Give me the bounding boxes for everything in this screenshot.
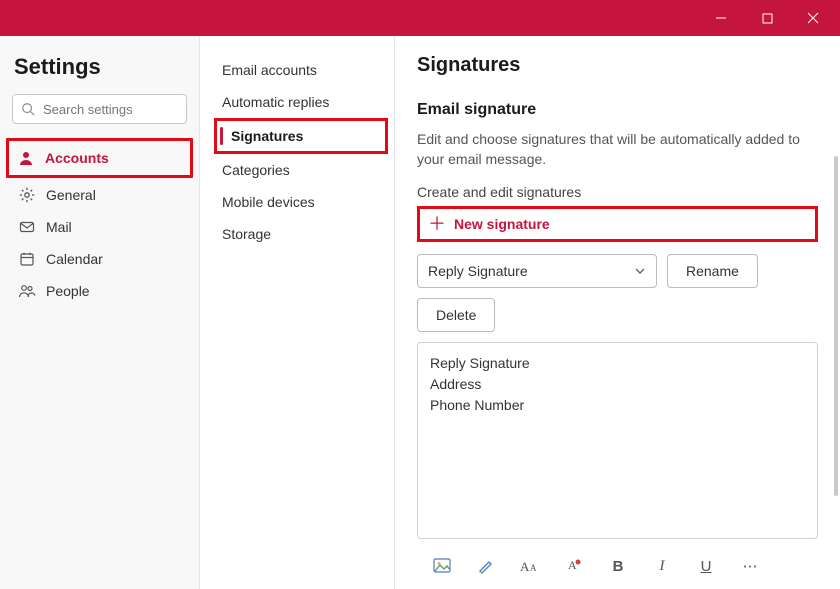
- settings-sidebar: Settings Accounts: [0, 36, 200, 589]
- titlebar: [0, 0, 840, 36]
- section-title: Email signature: [417, 101, 818, 119]
- body: Settings Accounts: [0, 36, 840, 589]
- minimize-icon: [715, 12, 727, 24]
- rename-button[interactable]: Rename: [667, 254, 758, 288]
- svg-text:A: A: [530, 563, 537, 573]
- selection-bar: [220, 127, 223, 145]
- submenu-item-automatic-replies[interactable]: Automatic replies: [214, 86, 388, 118]
- highlighter-button[interactable]: [475, 555, 497, 577]
- sidebar-item-people[interactable]: People: [12, 276, 187, 306]
- sidebar-item-label: General: [46, 187, 96, 203]
- calendar-icon: [18, 250, 36, 268]
- close-icon: [807, 12, 819, 24]
- sidebar-item-general[interactable]: General: [12, 180, 187, 210]
- maximize-icon: [762, 13, 773, 24]
- svg-text:A: A: [568, 558, 577, 572]
- sidebar-item-label: Calendar: [46, 251, 103, 267]
- maximize-button[interactable]: [744, 0, 790, 36]
- font-size-icon: AA: [520, 558, 540, 574]
- font-size-button[interactable]: AA: [519, 555, 541, 577]
- submenu-item-signatures[interactable]: Signatures: [214, 118, 388, 154]
- section-desc: Edit and choose signatures that will be …: [417, 129, 818, 170]
- new-signature-button[interactable]: ＋ New signature: [417, 206, 818, 242]
- highlight-accounts: Accounts: [6, 138, 193, 178]
- gear-icon: [18, 186, 36, 204]
- search-icon: [21, 102, 35, 116]
- scrollbar[interactable]: [834, 156, 838, 496]
- italic-button[interactable]: I: [651, 555, 673, 577]
- accounts-submenu: Email accounts Automatic replies Signatu…: [200, 36, 395, 589]
- main-content: Signatures Email signature Edit and choo…: [395, 36, 840, 589]
- signature-select[interactable]: Reply Signature: [417, 254, 657, 288]
- format-toolbar: AA A B I U ⋯: [417, 545, 818, 581]
- people-icon: [18, 282, 36, 300]
- signature-editor[interactable]: Reply Signature Address Phone Number: [417, 342, 818, 539]
- font-color-icon: A: [565, 557, 583, 575]
- submenu-item-storage[interactable]: Storage: [214, 218, 388, 250]
- submenu-item-categories[interactable]: Categories: [214, 154, 388, 186]
- insert-image-button[interactable]: [431, 555, 453, 577]
- new-signature-label: New signature: [454, 216, 550, 232]
- sidebar-item-mail[interactable]: Mail: [12, 212, 187, 242]
- sidebar-item-accounts[interactable]: Accounts: [11, 143, 188, 173]
- sidebar-item-calendar[interactable]: Calendar: [12, 244, 187, 274]
- submenu-item-email-accounts[interactable]: Email accounts: [214, 54, 388, 86]
- sidebar-item-label: People: [46, 283, 90, 299]
- subhead: Create and edit signatures: [417, 184, 818, 200]
- highlighter-icon: [477, 557, 495, 575]
- svg-text:A: A: [520, 559, 530, 574]
- person-icon: [17, 149, 35, 167]
- settings-title: Settings: [14, 54, 187, 80]
- signature-select-value: Reply Signature: [428, 263, 528, 279]
- editor-line: Phone Number: [430, 395, 805, 416]
- search-input[interactable]: [41, 101, 221, 118]
- editor-line: Reply Signature: [430, 353, 805, 374]
- font-color-button[interactable]: A: [563, 555, 585, 577]
- mail-icon: [18, 218, 36, 236]
- bold-button[interactable]: B: [607, 555, 629, 577]
- sidebar-item-label: Mail: [46, 219, 72, 235]
- more-formatting-button[interactable]: ⋯: [739, 555, 761, 577]
- delete-button[interactable]: Delete: [417, 298, 495, 332]
- chevron-down-icon: [634, 265, 646, 277]
- delete-row: Delete: [417, 298, 818, 332]
- image-icon: [433, 558, 451, 574]
- close-button[interactable]: [790, 0, 836, 36]
- search-box[interactable]: [12, 94, 187, 124]
- submenu-item-mobile-devices[interactable]: Mobile devices: [214, 186, 388, 218]
- editor-line: Address: [430, 374, 805, 395]
- plus-icon: ＋: [428, 215, 446, 233]
- underline-button[interactable]: U: [695, 555, 717, 577]
- signature-select-row: Reply Signature Rename: [417, 254, 818, 288]
- sidebar-item-label: Accounts: [45, 150, 109, 166]
- minimize-button[interactable]: [698, 0, 744, 36]
- settings-nav: Accounts General Mail: [12, 138, 187, 306]
- page-title: Signatures: [417, 54, 818, 77]
- app-window: Settings Accounts: [0, 0, 840, 589]
